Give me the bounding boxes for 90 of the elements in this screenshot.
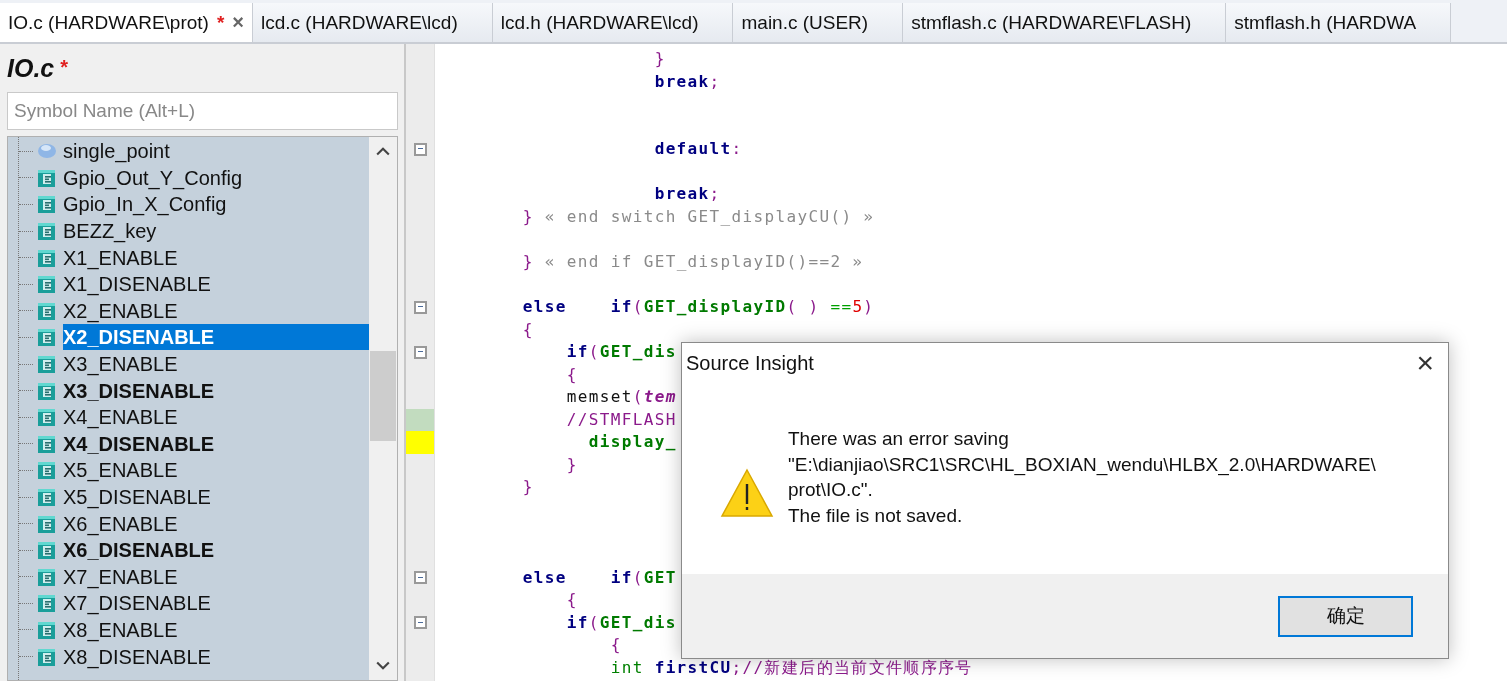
code-line: } xyxy=(565,454,578,474)
symbol-item[interactable]: X7_DISENABLE xyxy=(63,590,369,617)
function-icon xyxy=(37,247,57,268)
code-line: { xyxy=(521,319,534,339)
function-icon xyxy=(37,221,57,242)
code-line: break; xyxy=(653,184,721,204)
warning-icon xyxy=(720,468,774,518)
symbol-item[interactable]: X1_DISENABLE xyxy=(63,271,369,298)
code-line: } « end switch GET_displayCU() » xyxy=(521,206,875,226)
code-line: display_ xyxy=(587,432,677,452)
function-icon xyxy=(37,300,57,321)
function-icon xyxy=(37,194,57,215)
file-tab[interactable]: main.c (USER) xyxy=(733,3,904,42)
symbol-item[interactable]: single_point xyxy=(63,138,369,165)
code-line: } xyxy=(521,477,534,497)
code-line: { xyxy=(565,590,578,610)
symbol-item[interactable]: BEZZ_key xyxy=(63,218,369,245)
function-icon xyxy=(37,380,57,401)
code-line: { xyxy=(609,635,622,655)
function-icon xyxy=(37,433,57,454)
ok-button[interactable]: 确定 xyxy=(1278,595,1413,637)
tab-label: stmflash.c (HARDWARE\FLASH) xyxy=(911,11,1192,34)
symbol-item[interactable]: X6_ENABLE xyxy=(63,510,369,537)
symbol-item[interactable]: X5_DISENABLE xyxy=(63,484,369,510)
close-icon[interactable]: × xyxy=(232,11,244,34)
scroll-up-icon[interactable] xyxy=(376,146,390,156)
symbol-item[interactable]: Gpio_Out_Y_Config xyxy=(63,164,369,191)
collapse-icon[interactable] xyxy=(413,616,427,630)
symbol-item[interactable]: X6_DISENABLE xyxy=(63,537,369,564)
symbol-item[interactable]: X8_DISENABLE xyxy=(63,643,369,670)
symbol-item[interactable]: X4_DISENABLE xyxy=(63,430,369,457)
symbol-item[interactable]: X2_ENABLE xyxy=(63,297,369,324)
panel-title: IO.c xyxy=(7,53,55,83)
search-field[interactable]: Symbol Name (Alt+L) xyxy=(7,92,398,130)
collapse-icon[interactable] xyxy=(413,142,427,156)
code-line: if(GET_dis xyxy=(565,342,677,362)
function-icon xyxy=(37,513,57,534)
scroll-down-icon[interactable] xyxy=(376,661,390,671)
error-message: There was an error saving "E:\dianjiao\SRC1\SRC\HL_BOXIAN_wendu\HLBX_2.0\HARDWARE\ prot\IO.c". The file is not saved. xyxy=(788,427,1376,528)
code-line: else if(GET_displayID( ) ==5) xyxy=(521,297,875,316)
code-line: memset(tem xyxy=(565,387,677,407)
code-line: if(GET_dis xyxy=(565,612,677,632)
code-line: else if(GET xyxy=(521,567,677,587)
tab-label: lcd.h (HARDWARE\lcd) xyxy=(500,11,699,34)
modified-mark: * xyxy=(60,56,69,79)
close-button[interactable]: × xyxy=(1416,348,1434,378)
symbol-item[interactable]: X8_ENABLE xyxy=(63,617,369,643)
function-icon xyxy=(37,646,57,667)
code-line: //STMFLASH xyxy=(565,409,677,429)
file-tab[interactable]: lcd.c (HARDWARE\lcd) xyxy=(253,3,493,42)
file-tab[interactable]: IO.c (HARDWARE\prot) * × xyxy=(0,3,253,42)
tab-label: main.c (USER) xyxy=(741,11,869,34)
function-icon xyxy=(37,274,57,295)
code-line: } « end if GET_displayID()==2 » xyxy=(521,251,864,271)
file-tab[interactable]: stmflash.c (HARDWARE\FLASH) xyxy=(903,3,1227,42)
tab-label: lcd.c (HARDWARE\lcd) xyxy=(261,11,458,34)
scroll-thumb[interactable] xyxy=(370,351,396,441)
function-icon xyxy=(37,407,57,428)
function-icon xyxy=(37,566,57,587)
function-icon xyxy=(37,460,57,481)
function-icon xyxy=(37,354,57,375)
symbol-item[interactable]: X4_ENABLE xyxy=(63,404,369,431)
code-line: default: xyxy=(653,139,743,159)
dialog-title: Source Insight xyxy=(686,351,814,375)
collapse-icon[interactable] xyxy=(413,571,427,585)
function-icon xyxy=(37,593,57,614)
function-icon xyxy=(37,487,57,507)
modified-mark: * xyxy=(216,11,225,34)
function-icon xyxy=(37,167,57,188)
collapse-icon[interactable] xyxy=(413,300,427,314)
scrollbar[interactable] xyxy=(369,137,397,680)
tab-label: IO.c (HARDWARE\prot) xyxy=(8,11,209,34)
tab-label: stmflash.h (HARDWA xyxy=(1234,11,1417,34)
function-icon xyxy=(37,540,57,561)
file-tab[interactable]: stmflash.h (HARDWA xyxy=(1226,3,1452,42)
symbol-item[interactable]: X7_ENABLE xyxy=(63,563,369,590)
function-icon xyxy=(37,327,57,348)
symbol-item[interactable]: X3_ENABLE xyxy=(63,351,369,378)
symbol-item[interactable]: X1_ENABLE xyxy=(63,244,369,271)
symbol-item[interactable]: Gpio_In_X_Config xyxy=(63,191,369,218)
code-line: { xyxy=(565,364,578,384)
code-line: } xyxy=(653,49,666,68)
symbol-item[interactable]: X3_DISENABLE xyxy=(63,377,369,404)
file-tab[interactable]: lcd.h (HARDWARE\lcd) xyxy=(492,3,734,42)
function-icon xyxy=(37,620,57,640)
symbol-item[interactable]: X2_DISENABLE xyxy=(63,324,369,351)
code-line: break; xyxy=(653,71,721,91)
symbol-item[interactable]: X5_ENABLE xyxy=(63,457,369,484)
collapse-icon[interactable] xyxy=(413,345,427,359)
code-line: int firstCU;//新建后的当前文件顺序序号 xyxy=(609,657,973,677)
